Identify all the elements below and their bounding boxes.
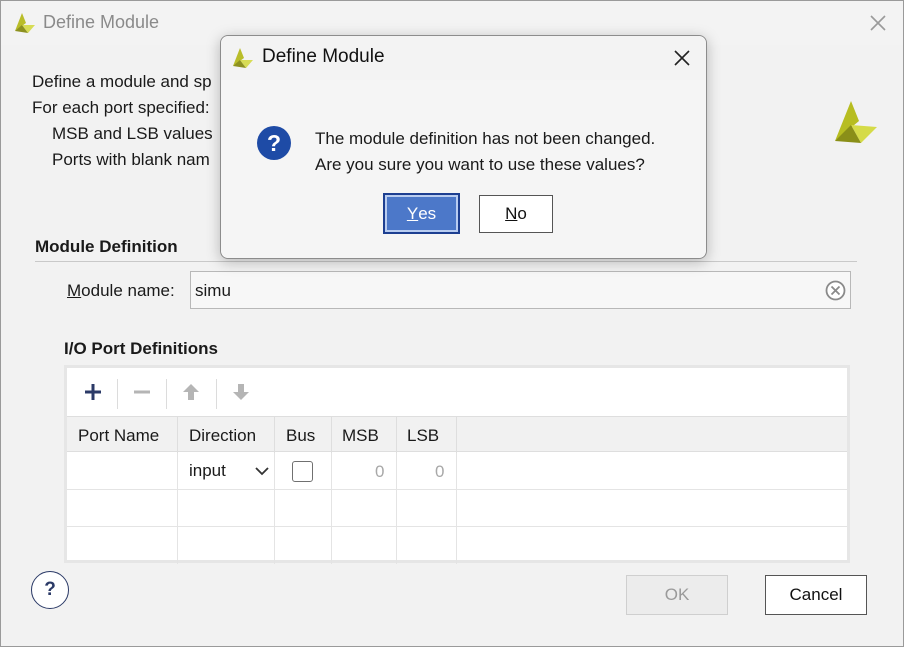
dialog-body: ? The module definition has not been cha… <box>221 80 706 258</box>
module-name-label: Module name: <box>67 281 175 301</box>
yes-button[interactable]: Yes <box>383 193 460 234</box>
chevron-down-icon[interactable] <box>254 465 270 477</box>
section-divider <box>35 261 857 262</box>
dialog-message-line-2: Are you sure you want to use these value… <box>315 155 645 174</box>
clear-input-icon[interactable] <box>825 280 846 301</box>
empty-cell <box>67 527 178 564</box>
close-icon <box>674 50 690 66</box>
arrow-up-icon <box>183 384 199 400</box>
dialog-message-line-1: The module definition has not been chang… <box>315 129 656 148</box>
move-up-button[interactable] <box>177 378 205 406</box>
help-button[interactable]: ? <box>31 571 69 609</box>
module-definition-heading: Module Definition <box>35 237 178 256</box>
vivado-logo-large-icon <box>835 101 877 143</box>
direction-value: input <box>189 461 226 480</box>
close-icon <box>870 15 886 31</box>
minus-icon <box>134 390 150 394</box>
yes-label-rest: es <box>418 203 437 223</box>
empty-cell <box>275 527 332 564</box>
column-header-lsb[interactable]: LSB <box>397 417 457 453</box>
direction-cell[interactable]: input <box>178 453 275 489</box>
empty-cell <box>67 490 178 526</box>
table-row-empty[interactable] <box>67 490 847 527</box>
column-header-msb[interactable]: MSB <box>332 417 397 453</box>
plus-icon <box>85 384 101 400</box>
lsb-value: 0 <box>435 462 445 481</box>
ok-button[interactable]: OK <box>626 575 728 615</box>
vivado-logo-icon <box>233 48 253 68</box>
msb-cell[interactable]: 0 <box>332 453 397 489</box>
no-mnemonic: N <box>505 204 518 223</box>
io-port-table: Port Name Direction Bus MSB LSB input 0 … <box>64 365 850 564</box>
lsb-cell[interactable]: 0 <box>397 453 457 489</box>
dialog-title: Define Module <box>262 46 385 67</box>
column-header-direction[interactable]: Direction <box>178 417 275 453</box>
column-header-bus[interactable]: Bus <box>275 417 332 453</box>
empty-cell <box>332 527 397 564</box>
window-title: Define Module <box>43 12 160 32</box>
remove-port-button[interactable] <box>128 378 156 406</box>
table-row[interactable]: input 0 0 <box>67 453 847 490</box>
dialog-close-button[interactable] <box>667 43 697 73</box>
bus-checkbox[interactable] <box>292 461 313 482</box>
empty-cell <box>397 490 457 526</box>
no-button[interactable]: No <box>479 195 553 233</box>
vivado-logo-icon <box>15 13 35 33</box>
toolbar-separator <box>117 379 118 409</box>
column-header-port-name[interactable]: Port Name <box>67 417 178 453</box>
toolbar-separator <box>166 379 167 409</box>
module-name-input[interactable]: simu <box>190 271 851 309</box>
yes-mnemonic: Y <box>406 203 419 223</box>
empty-cell <box>275 490 332 526</box>
confirm-dialog: Define Module ? The module definition ha… <box>220 35 707 259</box>
intro-line-4: Ports with blank nam <box>52 150 210 169</box>
intro-line-1: Define a module and sp <box>32 72 212 91</box>
empty-cell <box>178 527 275 564</box>
module-name-label-rest: odule name: <box>81 281 175 300</box>
intro-line-3: MSB and LSB values <box>52 124 213 143</box>
add-port-button[interactable] <box>79 378 107 406</box>
module-name-mnemonic: M <box>67 281 82 300</box>
msb-value: 0 <box>375 462 385 481</box>
empty-cell <box>178 490 275 526</box>
define-module-window: Define Module Define a module and sp For… <box>0 0 904 647</box>
cancel-button[interactable]: Cancel <box>765 575 867 615</box>
no-label-rest: o <box>517 204 527 223</box>
empty-cell <box>397 527 457 564</box>
dialog-title-bar: Define Module <box>221 36 706 80</box>
table-header: Port Name Direction Bus MSB LSB <box>67 416 847 453</box>
intro-line-2: For each port specified: <box>32 98 210 117</box>
port-name-cell[interactable] <box>67 453 178 489</box>
question-icon: ? <box>257 126 291 160</box>
toolbar-separator <box>216 379 217 409</box>
arrow-down-icon <box>233 384 249 400</box>
table-row-empty[interactable] <box>67 527 847 564</box>
move-down-button[interactable] <box>227 378 255 406</box>
window-close-button[interactable] <box>863 8 893 38</box>
io-port-definitions-heading: I/O Port Definitions <box>64 339 218 358</box>
empty-cell <box>332 490 397 526</box>
